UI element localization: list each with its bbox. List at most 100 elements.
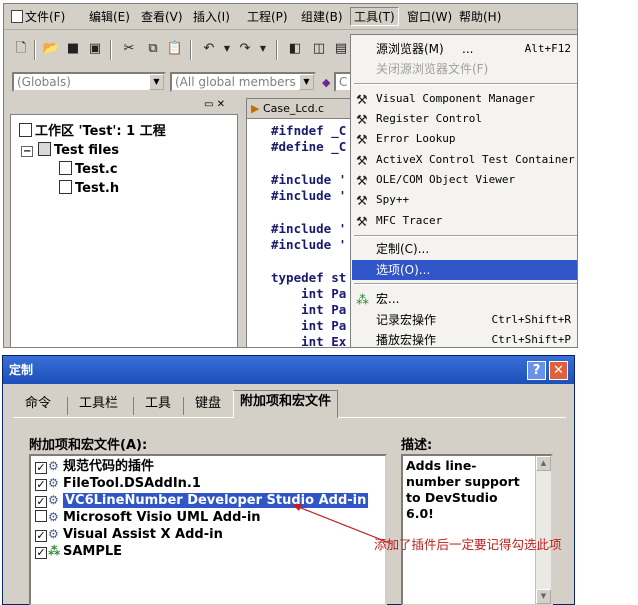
dialog-title: 定制	[9, 363, 34, 377]
window-list-icon[interactable]: ▤	[332, 40, 350, 58]
code-line: #ifndef _C	[271, 123, 347, 138]
list-item[interactable]: ✓ ⚙ Visual Assist X Add-in	[35, 526, 223, 543]
cut-icon[interactable]: ✂	[120, 40, 138, 58]
hammer-icon: ⚒	[356, 154, 368, 169]
checkbox-checked[interactable]: ✓	[35, 479, 47, 491]
menu-tool-item[interactable]: ⚒ Visual Component Manager	[352, 89, 577, 109]
open-folder-icon[interactable]: 📂	[42, 40, 60, 58]
menu-insert[interactable]: 插入(I)	[190, 8, 233, 27]
addin-icon: ⚙	[48, 527, 59, 541]
pane-pin-icon[interactable]: ▭	[204, 99, 213, 110]
menu-help[interactable]: 帮助(H)	[456, 8, 504, 27]
editor-tab[interactable]: ▶ Case_Lcd.c	[247, 99, 351, 119]
list-item[interactable]: ✓ ⚙ FileTool.DSAddIn.1	[35, 475, 201, 492]
list-item[interactable]: ✓ ⁂ SAMPLE	[35, 543, 122, 560]
redo-icon[interactable]: ↷	[236, 40, 254, 58]
menu-edit[interactable]: 编辑(E)	[86, 8, 133, 27]
list-item[interactable]: ⚙ Microsoft Visio UML Add-in	[35, 509, 261, 526]
file-icon	[59, 180, 72, 194]
toolbar-separator	[276, 40, 278, 60]
menu-tool-item[interactable]: ⚒ MFC Tracer	[352, 211, 577, 231]
output-icon[interactable]: ◫	[310, 40, 328, 58]
tree-file[interactable]: Test.c	[59, 161, 118, 178]
list-item-selected[interactable]: ✓ ⚙ VC6LineNumber Developer Studio Add-in	[35, 492, 369, 509]
menu-window[interactable]: 窗口(W)	[404, 8, 455, 27]
paste-icon[interactable]: 📋	[166, 40, 184, 58]
ide-window: 文件(F) 编辑(E) 查看(V) 插入(I) 工程(P) 组建(B) 工具(T…	[3, 3, 578, 348]
help-button[interactable]: ?	[527, 361, 546, 380]
chevron-down-icon[interactable]: ▼	[299, 74, 314, 90]
collapse-icon[interactable]: −	[21, 146, 34, 157]
menu-source-browser[interactable]: 源浏览器(M) ... Alt+F12	[352, 39, 577, 59]
tree-folder[interactable]: − Test files	[21, 142, 119, 159]
globals-combo[interactable]: (Globals) ▼	[12, 72, 166, 92]
close-button[interactable]: ✕	[549, 361, 568, 380]
tree-file[interactable]: Test.h	[59, 180, 119, 197]
close-icon[interactable]: ✕	[217, 99, 225, 110]
menu-options[interactable]: 选项(O)...	[352, 260, 577, 280]
hammer-icon: ⚒	[356, 93, 368, 108]
code-line: int Ex	[271, 334, 347, 348]
menu-file[interactable]: 文件(F)	[8, 8, 68, 27]
menu-bar: 文件(F) 编辑(E) 查看(V) 插入(I) 工程(P) 组建(B) 工具(T…	[4, 4, 577, 30]
workspace-pane: 工作区 'Test': 1 工程 − Test files Test.c Tes…	[10, 114, 238, 347]
checkbox-unchecked[interactable]	[35, 510, 47, 522]
menu-tool-item[interactable]: ⚒ Spy++	[352, 190, 577, 210]
menu-build[interactable]: 组建(B)	[298, 8, 346, 27]
members-combo[interactable]: (All global members ▼	[170, 72, 316, 92]
tab-addins-macros[interactable]: 附加项和宏文件	[233, 390, 339, 418]
addin-icon: ⚙	[48, 476, 59, 490]
code-line: #include '	[271, 221, 347, 236]
tools-dropdown-menu: 源浏览器(M) ... Alt+F12 关闭源浏览器文件(F) ⚒ Visual …	[350, 34, 577, 347]
scroll-up-icon[interactable]: ▲	[536, 456, 551, 471]
menu-customize[interactable]: 定制(C)...	[352, 239, 577, 259]
redo-dropdown-icon[interactable]: ▼	[254, 40, 272, 58]
tab-keyboard[interactable]: 键盘	[189, 393, 227, 417]
save-all-icon[interactable]: ▣	[86, 40, 104, 58]
macro-icon: ⁂	[356, 293, 369, 308]
macro-icon: ⁂	[48, 544, 61, 558]
menu-tools[interactable]: 工具(T)	[350, 7, 399, 26]
tab-divider	[133, 397, 134, 415]
chevron-down-icon[interactable]: ▼	[149, 74, 164, 90]
description-scrollbar[interactable]: ▲ ▼	[535, 456, 551, 604]
code-line: #include '	[271, 188, 347, 203]
code-line: int Pa	[271, 302, 347, 317]
menu-tool-item[interactable]: ⚒ Error Lookup	[352, 129, 577, 149]
undo-icon[interactable]: ↶	[200, 40, 218, 58]
menu-record-macro[interactable]: 记录宏操作 Ctrl+Shift+R	[352, 310, 577, 330]
checkbox-checked[interactable]: ✓	[35, 496, 47, 508]
addins-list-label: 附加项和宏文件(A):	[29, 438, 148, 453]
hammer-icon: ⚒	[356, 174, 368, 189]
menu-project[interactable]: 工程(P)	[244, 8, 291, 27]
menu-play-macro[interactable]: 播放宏操作 Ctrl+Shift+P	[352, 330, 577, 347]
checkbox-checked[interactable]: ✓	[35, 530, 47, 542]
tab-tools[interactable]: 工具	[139, 393, 177, 417]
new-file-icon[interactable]: 🗋	[12, 40, 30, 58]
list-item[interactable]: ✓ ⚙ 规范代码的插件	[35, 458, 154, 475]
addins-list[interactable]: ✓ ⚙ 规范代码的插件 ✓ ⚙ FileTool.DSAddIn.1 ✓ ⚙ VC6Line…	[29, 454, 387, 605]
workspace-icon[interactable]: ◧	[286, 40, 304, 58]
scroll-down-icon[interactable]: ▼	[536, 589, 551, 604]
menu-close-browser[interactable]: 关闭源浏览器文件(F)	[352, 59, 577, 79]
copy-icon[interactable]: ⧉	[144, 40, 162, 58]
member-diamond-icon: ◆	[322, 76, 331, 89]
save-icon[interactable]: ■	[64, 40, 82, 58]
menu-macro[interactable]: ⁂ 宏...	[352, 289, 577, 309]
toolbar-separator	[190, 40, 192, 60]
menu-tool-item[interactable]: ⚒ OLE/COM Object Viewer	[352, 170, 577, 190]
tree-root[interactable]: 工作区 'Test': 1 工程	[19, 123, 166, 140]
menu-tool-item[interactable]: ⚒ ActiveX Control Test Container	[352, 150, 577, 170]
tab-toolbars[interactable]: 工具栏	[73, 393, 124, 417]
menu-view[interactable]: 查看(V)	[138, 8, 186, 27]
description-box: Adds line-number support to DevStudio 6.…	[401, 454, 553, 605]
checkbox-checked[interactable]: ✓	[35, 547, 47, 559]
checkbox-checked[interactable]: ✓	[35, 462, 47, 474]
menu-tool-item[interactable]: ⚒ Register Control	[352, 109, 577, 129]
description-label: 描述:	[401, 438, 433, 453]
undo-dropdown-icon[interactable]: ▼	[218, 40, 236, 58]
tab-commands[interactable]: 命令	[19, 393, 57, 417]
customize-dialog: 定制 ? ✕ 命令 工具栏 工具 键盘 附加项和宏文件 附加项和宏文件(A): …	[2, 355, 575, 605]
annotation-note: 添加了插件后一定要记得勾选此项	[374, 537, 562, 552]
addin-icon: ⚙	[48, 493, 59, 507]
